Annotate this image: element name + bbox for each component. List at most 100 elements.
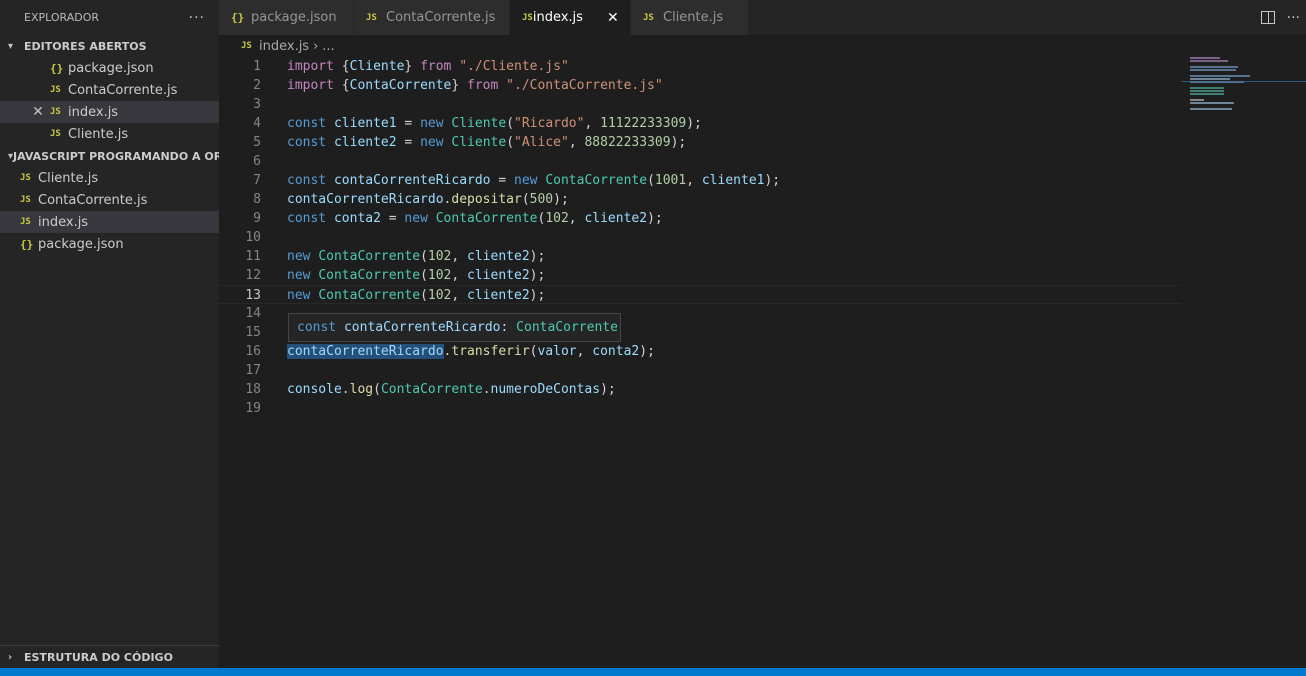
js-file-icon: JS [643,12,654,23]
status-bar [0,668,1306,676]
file-label: package.json [38,236,124,252]
file-item[interactable]: JS ContaCorrente.js [0,189,219,211]
tab-label: ContaCorrente.js [386,10,496,25]
js-file-icon: JS [50,129,61,139]
line-number: 6 [253,154,261,169]
js-file-icon: JS [20,195,31,205]
line-number: 10 [245,230,261,245]
code-text: new ContaCorrente(102, cliente2); [287,249,546,264]
tab-package-json[interactable]: {} package.json [219,0,354,35]
file-label: index.js [38,214,89,230]
code-text: const cliente2 = new Cliente("Alice", 88… [287,135,687,150]
code-text: new ContaCorrente(102, cliente2); [287,268,546,283]
hover-keyword: const [297,320,337,335]
code-text: new ContaCorrente(102, cliente2); [287,288,546,303]
js-file-icon: JS [20,173,31,183]
code-text: import {ContaCorrente} from "./ContaCorr… [287,78,663,93]
open-editor-item-active[interactable]: ✕ JS index.js [0,101,219,123]
code-text: contaCorrenteRicardo.transferir(valor, c… [287,344,655,359]
code-line: 10 [219,228,1181,247]
tab-label: Cliente.js [663,10,724,25]
close-icon[interactable]: ✕ [607,10,619,26]
code-text: import {Cliente} from "./Cliente.js" [287,59,569,74]
chevron-down-icon: ▾ [8,40,14,52]
editor-more-icon[interactable]: ··· [1287,10,1300,26]
open-editor-item[interactable]: JS Cliente.js [0,123,219,145]
tab-bar: {} package.json JS ContaCorrente.js JS i… [219,0,1306,35]
code-line: 9 const conta2 = new ContaCorrente(102, c… [219,209,1181,228]
js-file-icon: JS [241,41,252,51]
open-editor-label: index.js [68,104,119,120]
tab-cliente-js[interactable]: JS Cliente.js [631,0,749,35]
chevron-right-icon: › [8,651,13,663]
js-file-icon: JS [50,85,61,95]
explorer-more-icon[interactable]: ··· [189,10,205,26]
open-editor-label: Cliente.js [68,126,129,142]
open-editor-label: ContaCorrente.js [68,82,178,98]
json-file-icon: {} [50,61,64,75]
breadcrumb-symbols[interactable]: ... [322,39,334,54]
open-editors-section[interactable]: ▾ EDITORES ABERTOS [0,35,219,57]
line-number: 1 [253,59,261,74]
code-text: console.log(ContaCorrente.numeroDeContas… [287,382,616,397]
code-line: 7 const contaCorrenteRicardo = new ContaC… [219,171,1181,190]
file-label: Cliente.js [38,170,99,186]
open-editor-label: package.json [68,60,154,76]
minimap[interactable] [1181,57,1306,668]
explorer-sidebar: EXPLORADOR ··· ▾ EDITORES ABERTOS {} pac… [0,0,219,668]
line-number: 3 [253,97,261,112]
code-line: 1 import {Cliente} from "./Cliente.js" [219,57,1181,76]
file-item[interactable]: JS Cliente.js [0,167,219,189]
code-line: 12 new ContaCorrente(102, cliente2); [219,266,1181,285]
line-number: 16 [245,344,261,359]
project-title: JAVASCRIPT PROGRAMANDO A OR... [13,149,219,163]
line-number: 12 [245,268,261,283]
breadcrumb-separator: › [313,38,319,54]
hover-tooltip: const contaCorrenteRicardo: ContaCorrent… [288,313,621,342]
code-line: 18 console.log(ContaCorrente.numeroDeCont… [219,380,1181,399]
tab-index-js[interactable]: JS index.js ✕ [510,0,631,35]
code-line: 11 new ContaCorrente(102, cliente2); [219,247,1181,266]
code-editor[interactable]: 1 import {Cliente} from "./Cliente.js" 2 i… [219,57,1181,668]
line-number: 13 [245,288,261,303]
file-label: ContaCorrente.js [38,192,148,208]
js-file-icon: JS [366,12,377,23]
code-line-current: 13 new ContaCorrente(102, cliente2); [219,285,1181,304]
project-section[interactable]: ▾ JAVASCRIPT PROGRAMANDO A OR... [0,145,219,167]
open-editor-item[interactable]: JS ContaCorrente.js [0,79,219,101]
line-number: 8 [253,192,261,207]
code-line: 16 contaCorrenteRicardo.transferir(valor,… [219,342,1181,361]
file-item-active[interactable]: JS index.js [0,211,219,233]
code-line: 6 [219,152,1181,171]
breadcrumb-file[interactable]: index.js [259,39,309,54]
split-editor-icon[interactable] [1260,11,1275,24]
breadcrumb: JS index.js › ... [219,35,335,57]
tab-contacorrente-js[interactable]: JS ContaCorrente.js [354,0,510,35]
code-line: 19 [219,399,1181,418]
outline-section[interactable]: › ESTRUTURA DO CÓDIGO [0,646,219,668]
line-number: 2 [253,78,261,93]
close-icon[interactable]: ✕ [30,104,46,120]
explorer-header: EXPLORADOR ··· [0,0,219,35]
code-text: const contaCorrenteRicardo = new ContaCo… [287,173,781,188]
line-number: 7 [253,173,261,188]
explorer-title: EXPLORADOR [24,11,100,24]
js-file-icon: JS [20,217,31,227]
js-file-icon: JS [522,12,533,23]
code-text: contaCorrenteRicardo.depositar(500); [287,192,569,207]
outline-title: ESTRUTURA DO CÓDIGO [24,650,173,664]
line-number: 5 [253,135,261,150]
hover-symbol: contaCorrenteRicardo [343,320,501,335]
open-editors-title: EDITORES ABERTOS [24,39,147,53]
code-line: 5 const cliente2 = new Cliente("Alice", 8… [219,133,1181,152]
open-editor-item[interactable]: {} package.json [0,57,219,79]
line-number: 11 [245,249,261,264]
code-text: const cliente1 = new Cliente("Ricardo", … [287,116,702,131]
code-line: 2 import {ContaCorrente} from "./ContaCor… [219,76,1181,95]
code-line: 4 const cliente1 = new Cliente("Ricardo",… [219,114,1181,133]
line-number: 18 [245,382,261,397]
file-item[interactable]: {} package.json [0,233,219,255]
code-line: 3 [219,95,1181,114]
json-file-icon: {} [231,11,245,24]
hover-separator: : [500,320,517,335]
